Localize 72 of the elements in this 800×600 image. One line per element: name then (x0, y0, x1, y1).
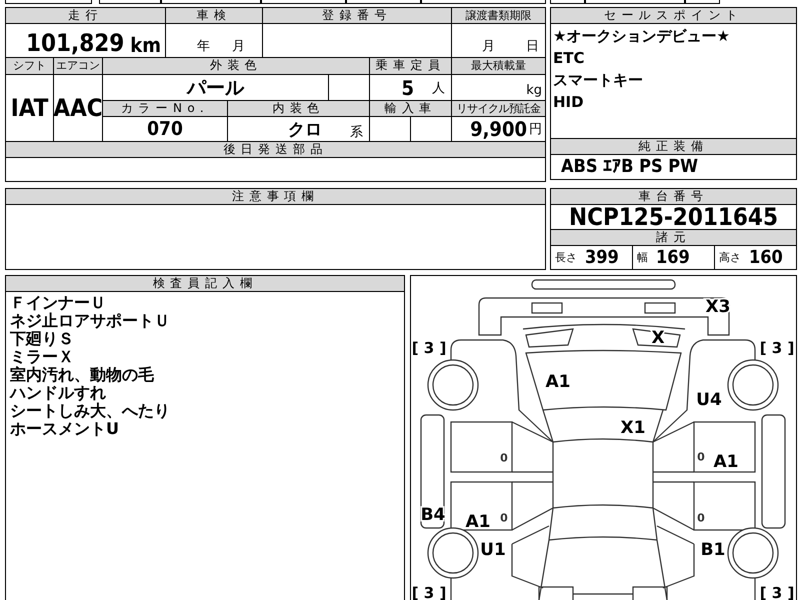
door-mark-label: 0 (500, 512, 508, 524)
column-header: セールスポイント (551, 8, 796, 24)
column-header: 注意事項欄 (6, 189, 545, 205)
unit-label: 月 (232, 38, 245, 55)
spec-label: 長さ (555, 250, 577, 265)
unit-label: km (130, 33, 161, 57)
inspector-note: ミラーＸ (9, 348, 75, 366)
unit-label: 日 (526, 38, 539, 55)
color-number-value: 070 (147, 118, 183, 140)
column-header: 内装色 (228, 101, 369, 116)
column-header: 輸入車 (370, 101, 451, 116)
column-header: 登録番号 (263, 8, 451, 23)
unit-label: kg (526, 83, 542, 98)
inspector-note: 室内汚れ、動物の毛 (9, 366, 155, 384)
spec-value: 169 (656, 247, 690, 268)
inspector-note: ネジ止ロアサポートＵ (9, 312, 171, 330)
mileage-value: 101,829 (26, 29, 124, 57)
spec-label: 高さ (719, 250, 741, 265)
column-header: リサイクル預託金 (452, 101, 545, 116)
shift-value: IAT (10, 94, 48, 122)
sales-point-item: スマートキー (553, 70, 644, 91)
aircon-value: AAC (53, 94, 103, 122)
door-mark-label: 0 (697, 450, 705, 464)
inspector-note: 下廻りＳ (9, 330, 75, 348)
unit-label: 人 (432, 80, 445, 96)
unit-label: 円 (529, 121, 542, 138)
damage-code: U4 (696, 390, 722, 410)
tire-grade-label: [ 3 ] (760, 339, 794, 357)
column-header: エアコン (54, 58, 102, 74)
damage-code: A1 (466, 512, 490, 532)
damage-code: U1 (480, 540, 506, 560)
door-mark-label: 0 (500, 452, 508, 464)
column-header: 最大積載量 (452, 58, 545, 74)
recycle-fee-value: 9,900 (470, 117, 527, 141)
unit-label: 系 (350, 124, 363, 141)
tire-grade-label: [ 3 ] (760, 584, 794, 600)
tire-grade-label: [ 3 ] (412, 584, 446, 600)
inspector-note: ホースメントU (9, 420, 120, 438)
column-header: 走行 (6, 8, 165, 23)
column-header: 乗車定員 (370, 58, 451, 74)
column-header: 外装色 (103, 58, 369, 74)
column-header: 後日発送部品 (6, 142, 545, 157)
column-header: 車台番号 (551, 189, 796, 205)
equipment-value: ABS ｴｱB PS PW (560, 155, 700, 179)
color-value: パール (187, 76, 244, 100)
column-header: 純正装備 (551, 138, 796, 155)
damage-code: A1 (546, 372, 570, 392)
unit-label: 年 (197, 38, 210, 55)
inspector-note: シートしみ大、へたり (9, 402, 171, 420)
sales-point-item: HID (553, 92, 585, 113)
column-header: 車検 (166, 8, 262, 23)
column-header: シフト (6, 58, 53, 74)
spec-label: 幅 (637, 250, 648, 265)
damage-code: X (651, 328, 665, 348)
spec-value: 160 (749, 247, 783, 268)
column-header: 検査員記入欄 (6, 276, 404, 292)
inspector-note: ハンドルすれ (8, 384, 107, 402)
column-header: 諸元 (551, 230, 796, 246)
damage-code: X1 (620, 418, 646, 438)
sales-point-item: ★オークションデビュー★ (553, 26, 731, 47)
damage-code: B1 (700, 540, 726, 560)
sales-point-item: ETC (553, 48, 586, 69)
spec-value: 399 (585, 247, 619, 268)
column-header: カラーNo. (103, 101, 227, 116)
tire-grade-label: [ 3 ] (412, 339, 446, 357)
inspector-note: ＦインナーＵ (9, 294, 107, 312)
unit-label: 月 (482, 38, 495, 55)
interior-color-value: クロ (288, 118, 322, 140)
capacity-value: 5 (401, 74, 414, 102)
door-mark-label: 0 (697, 512, 705, 524)
column-header: 譲渡書類期限 (452, 8, 545, 23)
damage-code: A1 (714, 452, 738, 472)
